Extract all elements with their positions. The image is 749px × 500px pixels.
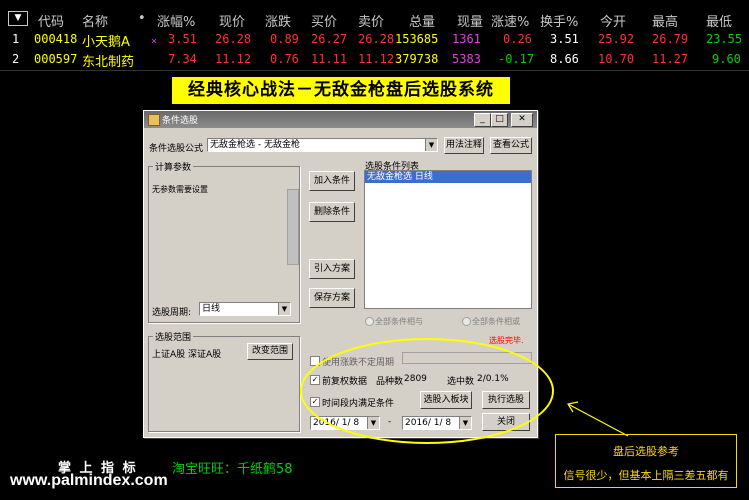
row-index: 2 — [12, 52, 20, 66]
row-high: 26.79 — [652, 32, 689, 46]
header-high[interactable]: 最高 — [652, 11, 678, 30]
header-dot: • — [138, 11, 146, 26]
row-code: 000418 — [34, 32, 78, 46]
callout-title: 盘后选股参考 — [613, 445, 679, 458]
delete-condition-button[interactable]: 删除条件 — [309, 202, 355, 222]
period-label: 选股周期: — [152, 308, 192, 318]
usage-button[interactable]: 用法注释 — [444, 137, 484, 154]
row-price: 11.12 — [215, 52, 252, 66]
period-value: 日线 — [202, 304, 221, 314]
status-text: 选股完毕. — [489, 336, 524, 345]
row-ask: 26.28 — [358, 32, 395, 46]
params-scrollbar[interactable] — [287, 189, 299, 265]
row-open: 10.70 — [598, 52, 635, 66]
row-bid: 26.27 — [311, 32, 348, 46]
params-group-title: 计算参数 — [153, 160, 194, 173]
row-code: 000597 — [34, 52, 78, 66]
list-item[interactable]: 无敌金枪选 日线 — [365, 171, 531, 183]
title-banner: 经典核心战法－无敌金枪盘后选股系统 — [171, 76, 511, 105]
header-open[interactable]: 今开 — [600, 11, 626, 30]
row-change: 0.76 — [270, 52, 299, 66]
chevron-down-icon[interactable]: ▼ — [278, 303, 290, 315]
header-price[interactable]: 现价 — [219, 11, 245, 30]
row-low: 9.60 — [712, 52, 741, 66]
period-select[interactable]: 日线 ▼ — [199, 302, 291, 316]
header-code[interactable]: 代码 — [38, 11, 64, 30]
maximize-icon[interactable]: □ — [491, 113, 508, 127]
row-index: 1 — [12, 32, 20, 46]
highlight-ellipse — [300, 338, 554, 444]
row-speed: -0.17 — [498, 52, 535, 66]
app-icon — [148, 114, 160, 126]
header-cur-vol[interactable]: 现量 — [457, 11, 483, 30]
row-mark: × — [151, 36, 158, 47]
row-name: 东北制药 — [82, 55, 135, 70]
row-cur-vol: 5383 — [452, 52, 481, 66]
header-turnover[interactable]: 换手% — [540, 11, 578, 30]
radio-all-and[interactable] — [365, 317, 374, 326]
header-low[interactable]: 最低 — [706, 11, 732, 30]
row-change: 0.89 — [270, 32, 299, 46]
row-volume: 153685 — [395, 32, 439, 46]
chevron-down-icon[interactable]: ▼ — [425, 139, 437, 151]
row-bid: 11.11 — [311, 52, 348, 66]
row-turnover: 3.51 — [550, 32, 579, 46]
radio-all-or[interactable] — [462, 317, 471, 326]
row-change-pct: 3.51 — [168, 32, 197, 46]
header-change-pct[interactable]: 涨幅% — [157, 11, 195, 30]
formula-label: 条件选股公式 — [149, 144, 204, 154]
header-volume[interactable]: 总量 — [409, 11, 435, 30]
taobao-text: 淘宝旺旺：千纸鹤58 — [172, 462, 293, 477]
radio-all-and-label: 全部条件相与 — [375, 317, 423, 326]
row-price: 26.28 — [215, 32, 252, 46]
add-condition-button[interactable]: 加入条件 — [309, 171, 355, 191]
conditions-list[interactable]: 无敌金枪选 日线 — [364, 170, 532, 309]
header-name[interactable]: 名称 — [82, 11, 108, 30]
callout-note: 信号很少，但基本上隔三差五都有 — [563, 469, 729, 482]
view-formula-button[interactable]: 查看公式 — [490, 137, 532, 154]
callout-box: 盘后选股参考 信号很少，但基本上隔三差五都有 — [555, 434, 737, 488]
dialog-titlebar[interactable]: 条件选股 _ □ ✕ — [144, 111, 537, 128]
table-row[interactable]: 2 000597 东北制药 7.34 11.12 0.76 11.11 11.1… — [0, 52, 749, 72]
save-plan-button[interactable]: 保存方案 — [309, 288, 355, 308]
row-cur-vol: 1361 — [452, 32, 481, 46]
row-speed: 0.26 — [503, 32, 532, 46]
row-volume: 379738 — [395, 52, 439, 66]
params-text: 无参数需要设置 — [152, 185, 208, 194]
table-row[interactable]: 1 000418 小天鹅A × 3.51 26.28 0.89 26.27 26… — [0, 32, 749, 52]
change-range-button[interactable]: 改变范围 — [247, 343, 293, 360]
row-open: 25.92 — [598, 32, 635, 46]
row-turnover: 8.66 — [550, 52, 579, 66]
range-group-title: 选股范围 — [153, 330, 194, 343]
header-change[interactable]: 涨跌 — [265, 11, 291, 30]
header-speed[interactable]: 涨速% — [491, 11, 529, 30]
formula-select[interactable]: 无敌金枪选 - 无敌金枪 ▼ — [207, 138, 438, 152]
row-low: 23.55 — [706, 32, 743, 46]
radio-all-or-label: 全部条件相或 — [472, 317, 520, 326]
header-ask[interactable]: 卖价 — [358, 11, 384, 30]
quote-table-header: 代码 名称 • 涨幅% 现价 涨跌 买价 卖价 总量 现量 涨速% 换手% 今开… — [0, 8, 749, 30]
row-change-pct: 7.34 — [168, 52, 197, 66]
close-icon[interactable]: ✕ — [511, 113, 533, 127]
row-high: 11.27 — [652, 52, 689, 66]
callout-arrow-icon — [567, 401, 629, 437]
range-text: 上证A股 深证A股 — [152, 350, 222, 360]
import-plan-button[interactable]: 引入方案 — [309, 259, 355, 279]
minimize-icon[interactable]: _ — [474, 113, 491, 127]
row-name: 小天鹅A — [82, 35, 130, 50]
row-ask: 11.12 — [358, 52, 395, 66]
divider — [0, 70, 749, 71]
formula-value: 无敌金枪选 - 无敌金枪 — [210, 140, 300, 150]
dialog-title: 条件选股 — [162, 116, 199, 126]
url-text: www.palmindex.com — [10, 472, 168, 489]
header-bid[interactable]: 买价 — [311, 11, 337, 30]
